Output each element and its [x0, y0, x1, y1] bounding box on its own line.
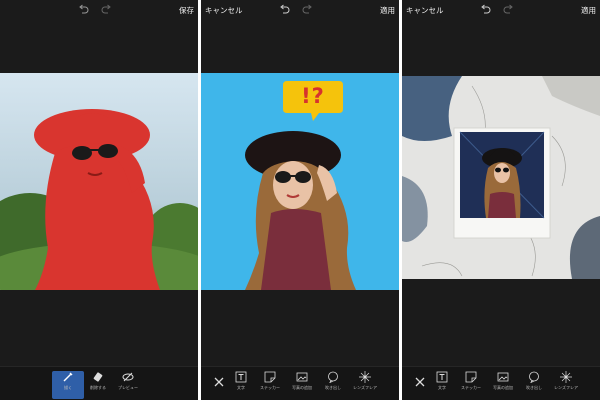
lens-flare-icon: [560, 371, 572, 383]
add-photo-tool-label: 写真の追加: [493, 385, 513, 390]
add-photo-tool[interactable]: 写真の追加: [487, 371, 519, 399]
editor-panel-draw: 保存 描く 削除する プレビュー: [0, 0, 198, 400]
grunge-wall-photo: [402, 76, 600, 279]
callout-tool-label: 吹き出し: [325, 385, 341, 390]
sticker-tool-label: ステッカー: [461, 385, 481, 390]
preview-tool-label: プレビュー: [118, 385, 138, 390]
top-bar: 保存: [0, 0, 198, 20]
redo-icon[interactable]: [100, 3, 112, 15]
sticker-tool-label: ステッカー: [260, 385, 280, 390]
photo-canvas[interactable]: !?: [201, 73, 399, 290]
undo-icon[interactable]: [279, 3, 291, 15]
callout-tool[interactable]: 吹き出し: [317, 371, 349, 399]
sticker-icon: [465, 371, 477, 383]
text-tool[interactable]: 文字: [225, 371, 257, 399]
lens-flare-tool[interactable]: レンズフレア: [349, 371, 381, 399]
sticker-icon: [264, 371, 276, 383]
sticker-text: !?: [301, 84, 325, 108]
add-photo-icon: [296, 372, 308, 382]
add-photo-tool[interactable]: 写真の追加: [286, 371, 318, 399]
close-icon: [415, 377, 425, 387]
draw-tool[interactable]: 描く: [52, 371, 84, 399]
speech-bubble-icon: [328, 371, 338, 383]
lens-flare-tool-label: レンズフレア: [554, 385, 578, 390]
top-bar: キャンセル 適用: [402, 0, 600, 20]
sticker-tool[interactable]: ステッカー: [455, 371, 487, 399]
cancel-button[interactable]: キャンセル: [205, 5, 243, 16]
overlay-toolbar: 文字 ステッカー 写真の追加 吹き出し レンズフレア: [201, 366, 399, 400]
add-photo-tool-label: 写真の追加: [292, 385, 312, 390]
sticker-tool[interactable]: ステッカー: [254, 371, 286, 399]
text-tool-label: 文字: [438, 385, 446, 390]
eye-off-icon: [122, 372, 134, 382]
photo-canvas[interactable]: [0, 73, 198, 290]
callout-tool[interactable]: 吹き出し: [518, 371, 550, 399]
top-bar: キャンセル 適用: [201, 0, 399, 20]
editor-panel-sticker: キャンセル 適用 !? 文字 ステッカー 写真の追加 吹き出し レンズフレア: [201, 0, 399, 400]
brush-icon: [63, 372, 73, 382]
save-button[interactable]: 保存: [179, 5, 194, 16]
eraser-tool-label: 削除する: [90, 385, 106, 390]
draw-tool-label: 描く: [64, 385, 72, 390]
close-icon: [214, 377, 224, 387]
eraser-icon: [93, 372, 103, 382]
add-photo-icon: [497, 372, 509, 382]
text-icon: [235, 371, 247, 383]
redo-icon[interactable]: [502, 3, 514, 15]
editor-panel-frame: キャンセル 適用 文字 ステッカー 写真の追加 吹き出し レンズフレア: [402, 0, 600, 400]
lens-flare-icon: [359, 371, 371, 383]
lens-flare-tool-label: レンズフレア: [353, 385, 377, 390]
overlay-toolbar: 文字 ステッカー 写真の追加 吹き出し レンズフレア: [402, 366, 600, 400]
text-tool-label: 文字: [237, 385, 245, 390]
eraser-tool[interactable]: 削除する: [82, 371, 114, 399]
callout-tool-label: 吹き出し: [526, 385, 542, 390]
photo-canvas[interactable]: [402, 76, 600, 279]
apply-button[interactable]: 適用: [581, 5, 596, 16]
cancel-button[interactable]: キャンセル: [406, 5, 444, 16]
apply-button[interactable]: 適用: [380, 5, 395, 16]
text-icon: [436, 371, 448, 383]
portrait-photo-red-mask: [0, 73, 198, 290]
text-tool[interactable]: 文字: [426, 371, 458, 399]
preview-tool[interactable]: プレビュー: [112, 371, 144, 399]
undo-icon[interactable]: [480, 3, 492, 15]
lens-flare-tool[interactable]: レンズフレア: [550, 371, 582, 399]
speech-bubble-sticker[interactable]: !?: [281, 79, 345, 123]
speech-bubble-icon: [529, 371, 539, 383]
undo-icon[interactable]: [78, 3, 90, 15]
draw-toolbar: 描く 削除する プレビュー: [0, 366, 198, 400]
redo-icon[interactable]: [301, 3, 313, 15]
